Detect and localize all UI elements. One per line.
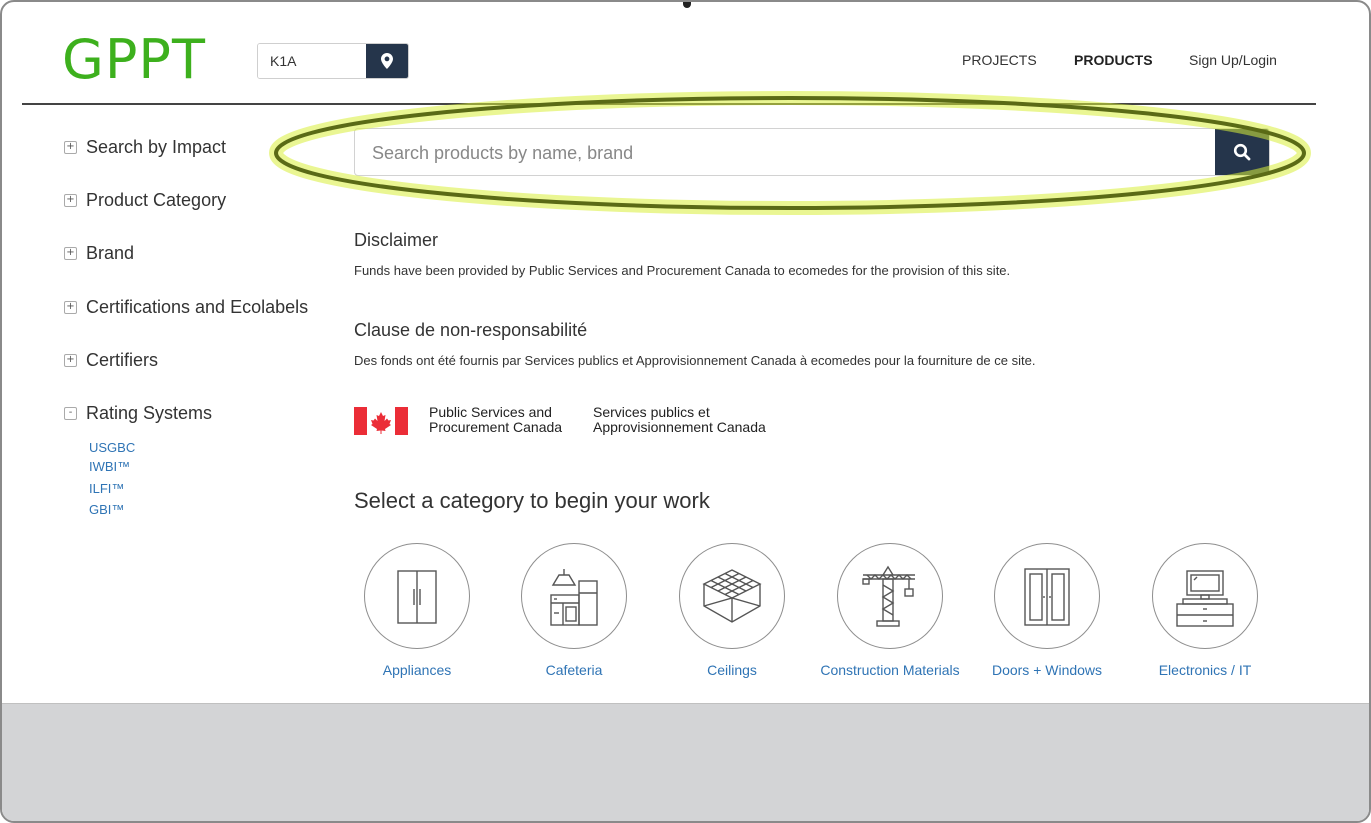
category-electronics-it[interactable]: Electronics / IT — [1135, 543, 1275, 678]
nav-products[interactable]: PRODUCTS — [1074, 52, 1153, 68]
header-divider — [22, 103, 1316, 105]
sidebar-item-brand[interactable]: + Brand — [64, 243, 134, 264]
category-circle[interactable] — [521, 543, 627, 649]
expand-icon: + — [64, 194, 77, 207]
category-section-title: Select a category to begin your work — [354, 488, 710, 513]
map-pin-icon — [381, 53, 393, 69]
category-label[interactable]: Appliances — [347, 662, 487, 678]
category-circle[interactable] — [679, 543, 785, 649]
camera-notch — [683, 2, 691, 8]
postal-code-input[interactable] — [258, 44, 376, 78]
category-label[interactable]: Ceilings — [662, 662, 802, 678]
category-label[interactable]: Construction Materials — [820, 662, 960, 678]
site-logo[interactable]: GPPT — [62, 30, 206, 90]
sidebar-item-label: Certifiers — [86, 350, 159, 370]
category-construction-materials[interactable]: Construction Materials — [820, 543, 960, 678]
expand-icon: + — [64, 247, 77, 260]
category-label[interactable]: Cafeteria — [504, 662, 644, 678]
product-search-input[interactable] — [355, 129, 1224, 175]
sidebar-item-rating-systems[interactable]: - Rating Systems — [64, 403, 212, 424]
gov-fr-line1: Services publics et — [593, 404, 710, 420]
gov-en-line2: Procurement Canada — [429, 419, 563, 435]
double-door-icon — [1024, 568, 1070, 626]
ceiling-grid-icon — [702, 569, 762, 623]
computer-desk-icon — [1176, 570, 1234, 627]
category-doors-windows[interactable]: Doors + Windows — [977, 543, 1117, 678]
category-circle[interactable] — [837, 543, 943, 649]
expand-icon: + — [64, 141, 77, 154]
kitchen-icon — [550, 569, 598, 626]
nav-projects[interactable]: PROJECTS — [962, 52, 1037, 68]
product-search-bar — [354, 128, 1270, 176]
device-bezel-bottom — [2, 703, 1369, 821]
refrigerator-icon — [397, 570, 437, 624]
category-label[interactable]: Electronics / IT — [1135, 662, 1275, 678]
disclaimer-title-fr: Clause de non-responsabilité — [354, 320, 588, 340]
category-circle[interactable] — [994, 543, 1100, 649]
gov-signature-fr: Services publics et Approvisionnement Ca… — [593, 405, 766, 435]
expand-icon: + — [64, 301, 77, 314]
disclaimer-text: Funds have been provided by Public Servi… — [354, 263, 1011, 278]
rating-link-ilfi[interactable]: ILFI™ — [89, 481, 124, 496]
category-circle[interactable] — [364, 543, 470, 649]
expand-icon: + — [64, 354, 77, 367]
sidebar-item-label: Rating Systems — [86, 403, 213, 423]
rating-link-gbi[interactable]: GBI™ — [89, 502, 124, 517]
search-icon — [1233, 143, 1251, 161]
sidebar-item-certifications[interactable]: + Certifications and Ecolabels — [64, 297, 308, 318]
sidebar-item-certifiers[interactable]: + Certifiers — [64, 350, 158, 371]
gov-signature-en: Public Services and Procurement Canada — [429, 405, 562, 435]
canada-flag-icon — [354, 407, 408, 435]
location-button[interactable] — [366, 44, 408, 78]
gov-en-line1: Public Services and — [429, 404, 552, 420]
rating-link-usgbc[interactable]: USGBC — [89, 440, 135, 455]
sidebar-item-label: Product Category — [86, 190, 227, 210]
disclaimer-title: Disclaimer — [354, 230, 439, 250]
location-box — [257, 43, 409, 79]
search-button[interactable] — [1215, 129, 1269, 175]
category-circle[interactable] — [1152, 543, 1258, 649]
category-ceilings[interactable]: Ceilings — [662, 543, 802, 678]
nav-signup-login[interactable]: Sign Up/Login — [1189, 52, 1277, 68]
screen-edge — [1318, 677, 1342, 703]
sidebar-item-label: Search by Impact — [86, 137, 227, 157]
rating-link-iwbi[interactable]: IWBI™ — [89, 459, 130, 474]
gov-fr-line2: Approvisionnement Canada — [593, 419, 766, 435]
sidebar-item-label: Certifications and Ecolabels — [86, 297, 309, 317]
sidebar-item-search-by-impact[interactable]: + Search by Impact — [64, 137, 226, 158]
disclaimer-text-fr: Des fonds ont été fournis par Services p… — [354, 353, 1036, 368]
sidebar-item-label: Brand — [86, 243, 135, 263]
crane-icon — [862, 565, 915, 627]
sidebar-item-product-category[interactable]: + Product Category — [64, 190, 226, 211]
category-label[interactable]: Doors + Windows — [977, 662, 1117, 678]
category-cafeteria[interactable]: Cafeteria — [504, 543, 644, 678]
collapse-icon: - — [64, 407, 77, 420]
category-appliances[interactable]: Appliances — [347, 543, 487, 678]
